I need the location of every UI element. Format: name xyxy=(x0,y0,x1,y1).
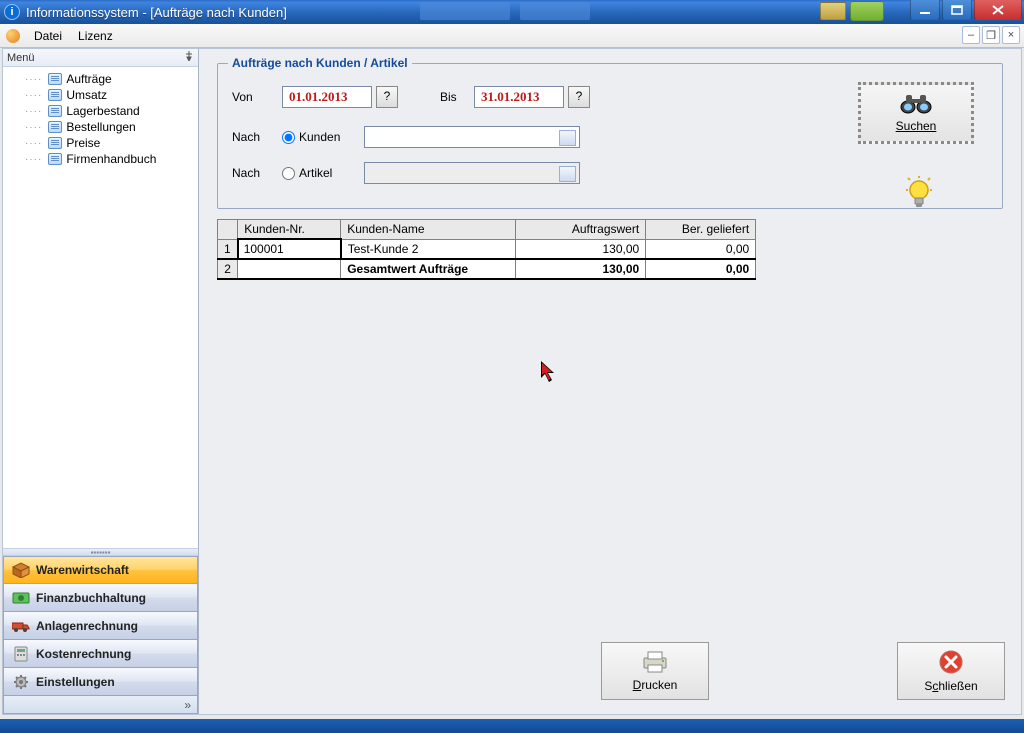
client-area: Menü ····Aufträge ····Umsatz ····Lagerbe… xyxy=(2,48,1022,715)
von-help-button[interactable]: ? xyxy=(376,86,398,108)
taskbar-strip xyxy=(0,719,1024,733)
nav-finanzbuchhaltung[interactable]: Finanzbuchhaltung xyxy=(3,584,198,612)
document-icon xyxy=(48,89,62,101)
nav-anlagenrechnung[interactable]: Anlagenrechnung xyxy=(3,612,198,640)
truck-icon xyxy=(12,618,30,634)
sidebar: Menü ····Aufträge ····Umsatz ····Lagerbe… xyxy=(3,49,199,714)
calc-icon xyxy=(12,646,30,662)
bis-input[interactable] xyxy=(474,86,564,108)
sidebar-title: Menü xyxy=(7,52,35,64)
radio-artikel-input[interactable] xyxy=(282,167,295,180)
nav-kostenrechnung[interactable]: Kostenrechnung xyxy=(3,640,198,668)
window-title: Informationssystem - [Aufträge nach Kund… xyxy=(26,5,287,20)
taskbar-bg-blur xyxy=(520,2,590,20)
nach-label-1: Nach xyxy=(232,130,282,144)
document-icon xyxy=(48,105,62,117)
col-rownum[interactable] xyxy=(218,220,238,240)
tree-item-lagerbestand[interactable]: ····Lagerbestand xyxy=(5,103,196,119)
suchen-button[interactable]: Suchen xyxy=(858,82,974,144)
table-row[interactable]: 1 100001 Test-Kunde 2 130,00 0,00 xyxy=(218,239,756,259)
sidebar-header: Menü xyxy=(3,49,198,67)
cell-kundennr[interactable]: 100001 xyxy=(238,239,341,259)
sidebar-tree: ····Aufträge ····Umsatz ····Lagerbestand… xyxy=(3,67,198,548)
tree-item-auftraege[interactable]: ····Aufträge xyxy=(5,71,196,87)
drucken-button[interactable]: Drucken xyxy=(601,642,709,700)
window-titlebar: i Informationssystem - [Aufträge nach Ku… xyxy=(0,0,1024,24)
money-icon xyxy=(12,590,30,606)
nav-einstellungen[interactable]: Einstellungen xyxy=(3,668,198,696)
taskbar-bg-icon xyxy=(820,2,846,20)
tree-item-firmenhandbuch[interactable]: ····Firmenhandbuch xyxy=(5,151,196,167)
result-table: Kunden-Nr. Kunden-Name Auftragswert Ber.… xyxy=(217,219,1003,280)
col-auftragswert[interactable]: Auftragswert xyxy=(516,220,646,240)
nav-stack: Warenwirtschaft Finanzbuchhaltung Anlage… xyxy=(3,556,198,696)
app-small-icon xyxy=(6,29,20,43)
von-label: Von xyxy=(232,90,282,104)
gear-icon xyxy=(12,674,30,690)
nav-warenwirtschaft[interactable]: Warenwirtschaft xyxy=(3,556,198,584)
col-kundenname[interactable]: Kunden-Name xyxy=(341,220,516,240)
radio-artikel[interactable]: Artikel xyxy=(282,166,364,180)
window-minimize-button[interactable] xyxy=(910,0,940,20)
main-panel: Aufträge nach Kunden / Artikel Von ? Bis… xyxy=(199,49,1021,714)
taskbar-bg-icon xyxy=(850,1,884,21)
filter-fieldset: Aufträge nach Kunden / Artikel Von ? Bis… xyxy=(217,63,1003,209)
col-geliefert[interactable]: Ber. geliefert xyxy=(646,220,756,240)
menu-datei[interactable]: Datei xyxy=(26,27,70,45)
col-kundennr[interactable]: Kunden-Nr. xyxy=(238,220,341,240)
mdi-close-button[interactable]: × xyxy=(1002,26,1020,44)
fieldset-legend: Aufträge nach Kunden / Artikel xyxy=(228,56,412,70)
mdi-restore-button[interactable]: ❐ xyxy=(982,26,1000,44)
box-icon xyxy=(12,562,30,578)
radio-kunden[interactable]: Kunden xyxy=(282,130,364,144)
menu-bar: Datei Lizenz – ❐ × xyxy=(0,24,1024,48)
menu-lizenz[interactable]: Lizenz xyxy=(70,27,121,45)
binoculars-icon xyxy=(900,93,932,115)
nav-footer[interactable]: » xyxy=(3,696,198,714)
printer-icon xyxy=(640,650,670,674)
document-icon xyxy=(48,73,62,85)
window-close-button[interactable] xyxy=(974,0,1022,20)
radio-kunden-input[interactable] xyxy=(282,131,295,144)
schliessen-button[interactable]: Schließen xyxy=(897,642,1005,700)
tree-item-preise[interactable]: ····Preise xyxy=(5,135,196,151)
nach-label-2: Nach xyxy=(232,166,282,180)
artikel-combo[interactable] xyxy=(364,162,580,184)
sidebar-splitter[interactable]: ▪▪▪▪▪▪▪ xyxy=(3,548,198,556)
bis-label: Bis xyxy=(440,90,474,104)
sidebar-pin-icon[interactable] xyxy=(184,51,194,64)
von-input[interactable] xyxy=(282,86,372,108)
window-maximize-button[interactable] xyxy=(942,0,972,20)
bis-help-button[interactable]: ? xyxy=(568,86,590,108)
hint-bulb-icon[interactable] xyxy=(906,176,932,210)
document-icon xyxy=(48,121,62,133)
document-icon xyxy=(48,137,62,149)
tree-item-bestellungen[interactable]: ····Bestellungen xyxy=(5,119,196,135)
mdi-minimize-button[interactable]: – xyxy=(962,26,980,44)
taskbar-bg-blur xyxy=(420,2,510,20)
tree-item-umsatz[interactable]: ····Umsatz xyxy=(5,87,196,103)
document-icon xyxy=(48,153,62,165)
app-icon: i xyxy=(4,4,20,20)
table-total-row: 2 Gesamtwert Aufträge 130,00 0,00 xyxy=(218,259,756,279)
kunden-combo[interactable] xyxy=(364,126,580,148)
close-cross-icon xyxy=(938,649,964,675)
